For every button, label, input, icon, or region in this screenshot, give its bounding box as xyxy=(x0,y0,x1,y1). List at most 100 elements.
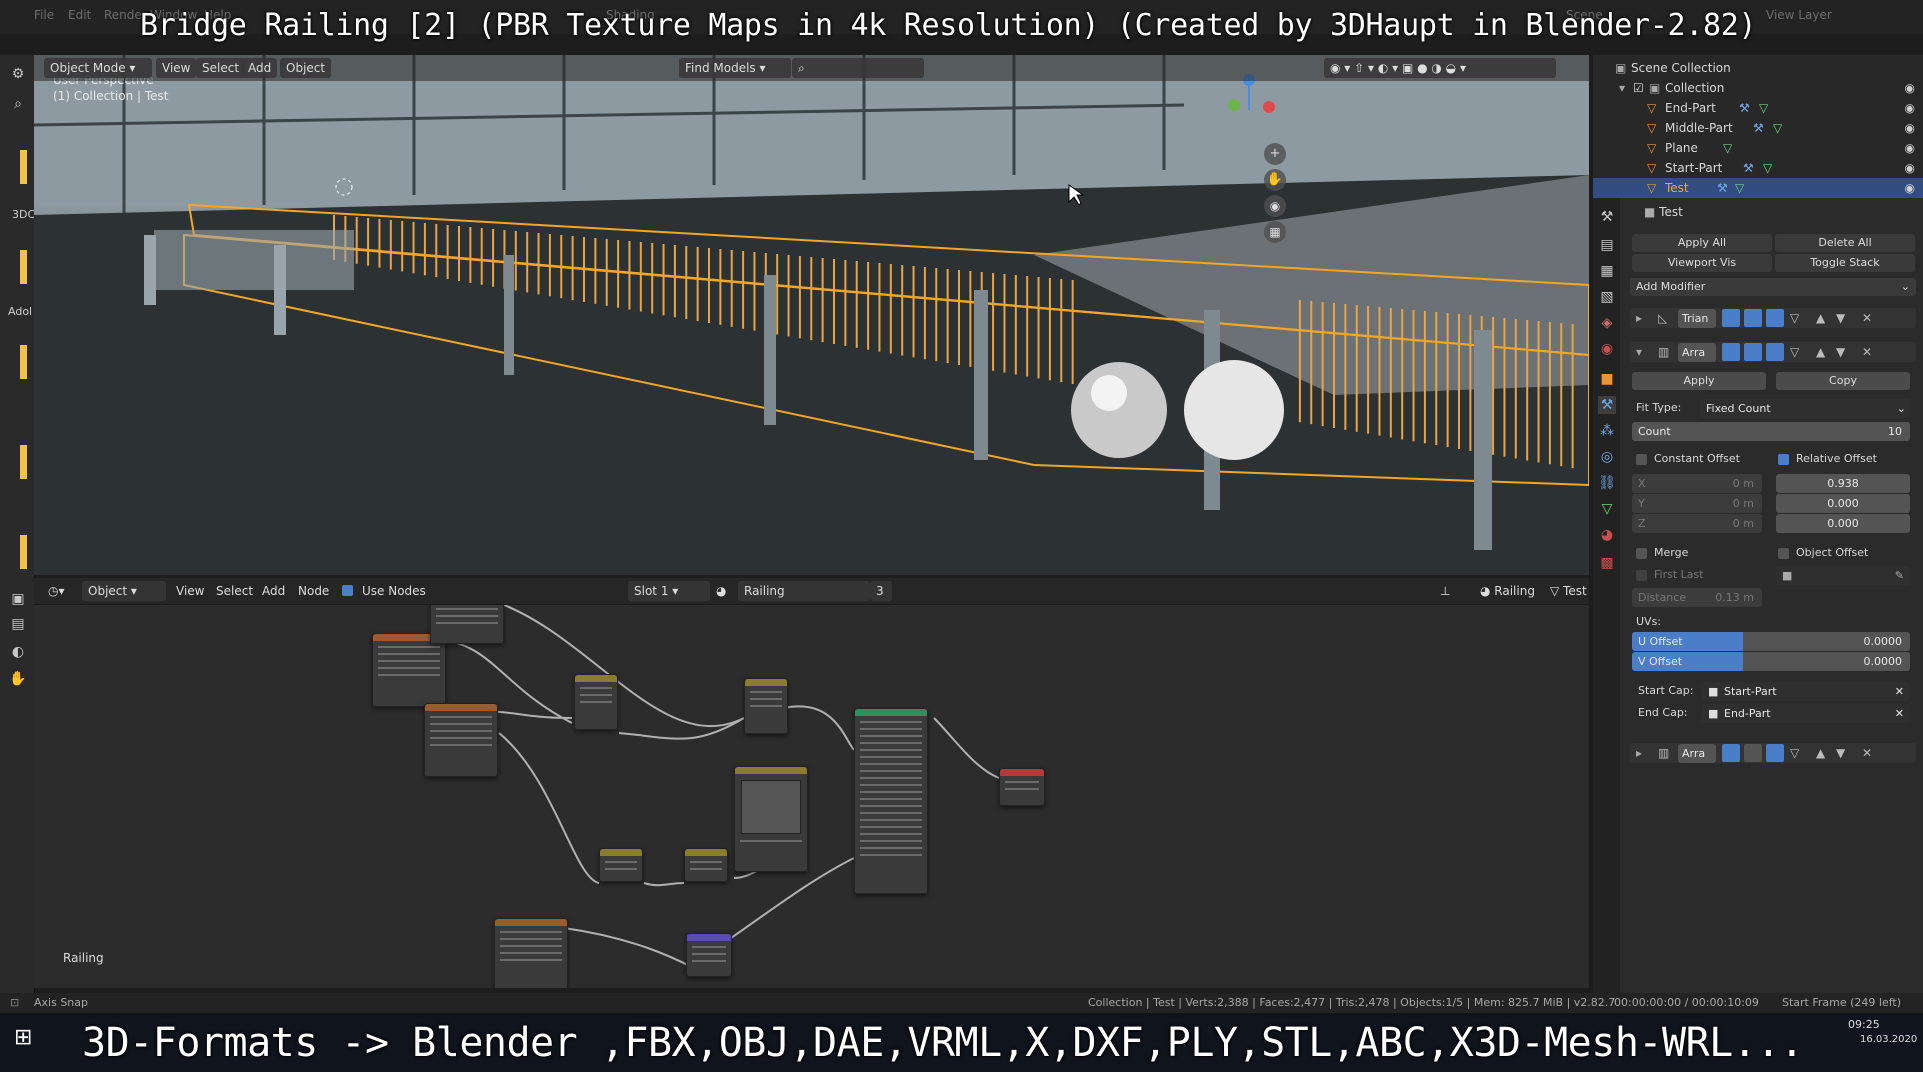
viewport-vis-button[interactable]: Viewport Vis xyxy=(1632,254,1772,272)
windows-start-icon[interactable]: ⊞ xyxy=(14,1025,32,1050)
modifier-name-field[interactable]: Trian xyxy=(1678,309,1716,328)
mapping-node[interactable] xyxy=(686,933,732,977)
render-tab-icon[interactable]: ▤ xyxy=(1598,236,1616,254)
mesh-data-icon[interactable]: ▽ xyxy=(1759,98,1768,118)
menu-select[interactable]: Select xyxy=(196,58,246,78)
close-icon[interactable]: ✕ xyxy=(1862,342,1872,362)
outliner-item-end-part[interactable]: ▽ End-Part ⚒ ▽ ◉ xyxy=(1593,98,1923,118)
close-icon[interactable]: ✕ xyxy=(1895,682,1904,701)
modifier-panel-array-2[interactable]: ▸ ▥ Arra ▽ ▲ ▼ ✕ xyxy=(1630,743,1916,763)
tool-tab-icon[interactable]: ⚒ xyxy=(1598,208,1616,226)
object-mode-dropdown[interactable]: Object Mode ▾ xyxy=(44,58,152,78)
modifier-name-field[interactable]: Arra xyxy=(1678,343,1716,362)
viewport-shading-toolbar[interactable]: ◉ ▾ ⇧ ▾ ◐ ▾ ▣ ● ◑ ◒ ▾ xyxy=(1324,58,1556,78)
modifier-panel-array[interactable]: ▾ ▥ Arra ▽ ▲ ▼ ✕ xyxy=(1630,342,1916,362)
normal-map-node[interactable] xyxy=(599,848,643,882)
output-tab-icon[interactable]: ▦ xyxy=(1598,262,1616,280)
mesh-data-icon[interactable]: ▽ xyxy=(1763,158,1772,178)
wrench-icon[interactable]: ⚒ xyxy=(1743,158,1754,178)
cage-icon[interactable]: ▽ xyxy=(1790,342,1799,362)
outliner-item-test[interactable]: ▽ Test ⚒ ▽ ◉ xyxy=(1593,178,1923,198)
shader-node-editor[interactable]: Railing xyxy=(34,578,1589,988)
slot-dropdown[interactable]: Slot 1 ▾ xyxy=(628,581,710,601)
image-texture-node[interactable] xyxy=(372,633,446,707)
gizmo-x[interactable] xyxy=(1263,101,1275,113)
wrench-icon[interactable]: ⚒ xyxy=(1717,178,1728,198)
search-icon[interactable]: ⌕ xyxy=(9,95,27,113)
outliner-item-start-part[interactable]: ▽ Start-Part ⚒ ▽ ◉ xyxy=(1593,158,1923,178)
wrench-icon[interactable]: ⚒ xyxy=(1739,98,1750,118)
editmode-icon[interactable] xyxy=(1766,343,1784,361)
move-down-icon[interactable]: ▼ xyxy=(1836,342,1845,362)
3d-viewport[interactable]: + ✋ ◉ ▦ User Perspective (1) Collection … xyxy=(34,55,1589,575)
outliner-scene-collection[interactable]: ▣ Scene Collection xyxy=(1593,58,1923,78)
start-cap-field[interactable]: ■ Start-Part ✕ xyxy=(1702,682,1910,701)
display-icon[interactable] xyxy=(1744,343,1762,361)
outliner-collection[interactable]: ▾ ☑ ▣ Collection ◉ xyxy=(1593,78,1923,98)
count-field[interactable]: Count 10 xyxy=(1632,422,1910,441)
u-offset-slider[interactable]: U Offset 0.0000 xyxy=(1632,632,1910,651)
pin-icon[interactable]: ⊥ xyxy=(1434,581,1466,601)
relative-offset-z[interactable]: 0.000 xyxy=(1776,514,1910,533)
modifier-name-field[interactable]: Arra xyxy=(1678,744,1716,763)
use-nodes-checkbox[interactable] xyxy=(342,585,353,596)
first-last-checkbox[interactable] xyxy=(1636,570,1647,581)
find-models-dropdown[interactable]: Find Models ▾ xyxy=(679,58,791,78)
expand-icon[interactable]: ▾ xyxy=(1619,78,1625,98)
fit-type-dropdown[interactable]: Fixed Count ⌄ xyxy=(1700,399,1910,418)
eye-icon[interactable]: ◉ xyxy=(1905,98,1915,118)
modifier-tab-icon[interactable]: ⚒ xyxy=(1598,396,1616,414)
menu-add[interactable]: Add xyxy=(256,581,291,601)
merge-checkbox[interactable] xyxy=(1636,548,1647,559)
image-texture-node[interactable] xyxy=(424,703,498,777)
cage-icon[interactable]: ▽ xyxy=(1790,743,1799,763)
expand-icon[interactable]: ▸ xyxy=(1636,308,1642,328)
offset-object-field[interactable]: ■ ✎ xyxy=(1776,566,1910,585)
delete-all-button[interactable]: Delete All xyxy=(1775,234,1915,252)
outliner-item-middle-part[interactable]: ▽ Middle-Part ⚒ ▽ ◉ xyxy=(1593,118,1923,138)
scene-tab-icon[interactable]: ◈ xyxy=(1598,314,1616,332)
material-name-field[interactable]: Railing xyxy=(738,581,870,601)
checkbox-icon[interactable]: ☑ xyxy=(1633,78,1644,98)
apply-button[interactable]: Apply xyxy=(1632,372,1766,390)
view-layer-tab-icon[interactable]: ▧ xyxy=(1598,288,1616,306)
camera-icon[interactable] xyxy=(1722,744,1740,762)
apply-all-button[interactable]: Apply All xyxy=(1632,234,1772,252)
menu-file[interactable]: File xyxy=(34,8,54,22)
copy-button[interactable]: Copy xyxy=(1776,372,1910,390)
editor-type-icon[interactable]: ◷▾ xyxy=(42,581,76,601)
wrench-icon[interactable]: ⚒ xyxy=(1753,118,1764,138)
mix-node[interactable] xyxy=(574,674,618,730)
menu-select[interactable]: Select xyxy=(210,581,259,601)
editmode-icon[interactable] xyxy=(1766,309,1784,327)
eye-icon[interactable]: ◉ xyxy=(1905,178,1915,198)
mesh-data-icon[interactable]: ▽ xyxy=(1723,138,1732,158)
add-modifier-dropdown[interactable]: Add Modifier ⌄ xyxy=(1630,278,1916,296)
zoom-icon[interactable]: + xyxy=(1264,143,1286,165)
image-icon[interactable]: ▤ xyxy=(9,615,27,633)
find-models-search[interactable]: ⌕ xyxy=(792,58,924,78)
end-cap-field[interactable]: ■ End-Part ✕ xyxy=(1702,704,1910,723)
menu-add[interactable]: Add xyxy=(242,58,278,78)
move-down-icon[interactable]: ▼ xyxy=(1836,743,1845,763)
material-users-count[interactable]: 3 xyxy=(870,581,892,601)
move-up-icon[interactable]: ▲ xyxy=(1816,308,1825,328)
relative-offset-x[interactable]: 0.938 xyxy=(1776,474,1910,493)
v-offset-slider[interactable]: V Offset 0.0000 xyxy=(1632,652,1910,671)
move-up-icon[interactable]: ▲ xyxy=(1816,342,1825,362)
constant-offset-y[interactable]: Y 0 m xyxy=(1632,494,1762,513)
camera-icon[interactable] xyxy=(1722,343,1740,361)
data-tab-icon[interactable]: ▽ xyxy=(1598,500,1616,518)
merge-distance-field[interactable]: Distance 0.13 m xyxy=(1632,588,1762,607)
close-icon[interactable]: ✕ xyxy=(1895,704,1904,723)
display-icon[interactable] xyxy=(1744,309,1762,327)
mesh-data-icon[interactable]: ▽ xyxy=(1773,118,1782,138)
camera-icon[interactable]: ◉ xyxy=(1264,195,1286,217)
close-icon[interactable]: ✕ xyxy=(1862,743,1872,763)
editor-type-icon[interactable]: ▣ xyxy=(9,590,27,608)
menu-view[interactable]: View xyxy=(170,581,210,601)
move-down-icon[interactable]: ▼ xyxy=(1836,308,1845,328)
particles-tab-icon[interactable]: ⁂ xyxy=(1598,422,1616,440)
constant-offset-checkbox[interactable] xyxy=(1636,454,1647,465)
physics-tab-icon[interactable]: ◎ xyxy=(1598,448,1616,466)
